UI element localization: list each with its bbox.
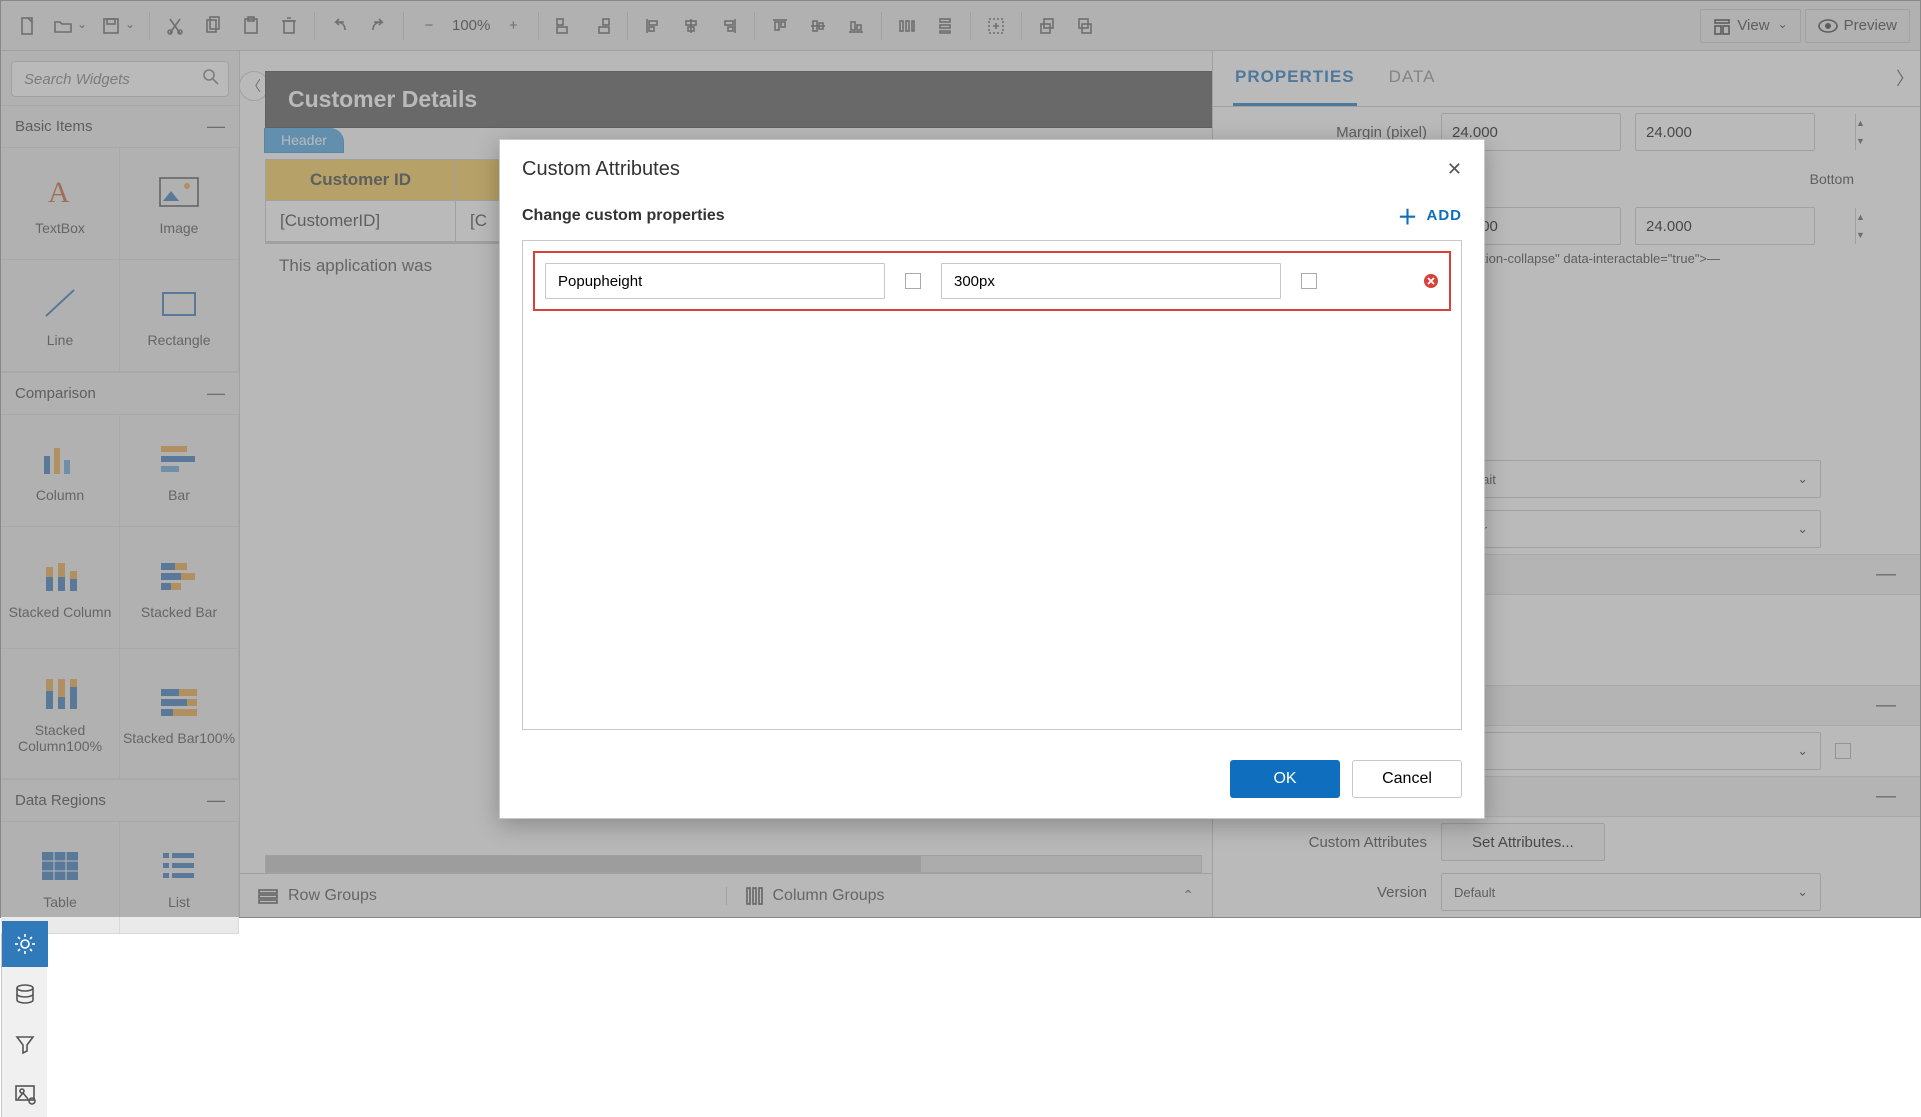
attribute-value-input[interactable] [941,263,1281,299]
dialog-subtitle: Change custom properties [522,207,725,225]
dialog-title: Custom Attributes [522,158,680,181]
settings-icon[interactable] [2,921,48,967]
ok-button[interactable]: OK [1230,760,1340,798]
right-rail [1,917,47,1117]
cancel-button[interactable]: Cancel [1352,760,1462,798]
custom-attributes-dialog: Custom Attributes ✕ Change custom proper… [499,139,1485,819]
attribute-row [533,251,1451,311]
add-attribute-button[interactable]: ＋ ADD [1398,201,1463,230]
database-icon[interactable] [2,971,48,1017]
delete-row-icon[interactable] [1423,273,1439,289]
attribute-name-input[interactable] [545,263,885,299]
attribute-checkbox[interactable] [905,273,921,289]
filter-icon[interactable] [2,1021,48,1067]
image-settings-icon[interactable] [2,1071,48,1117]
attribute-checkbox[interactable] [1301,273,1317,289]
close-icon[interactable]: ✕ [1447,159,1462,180]
